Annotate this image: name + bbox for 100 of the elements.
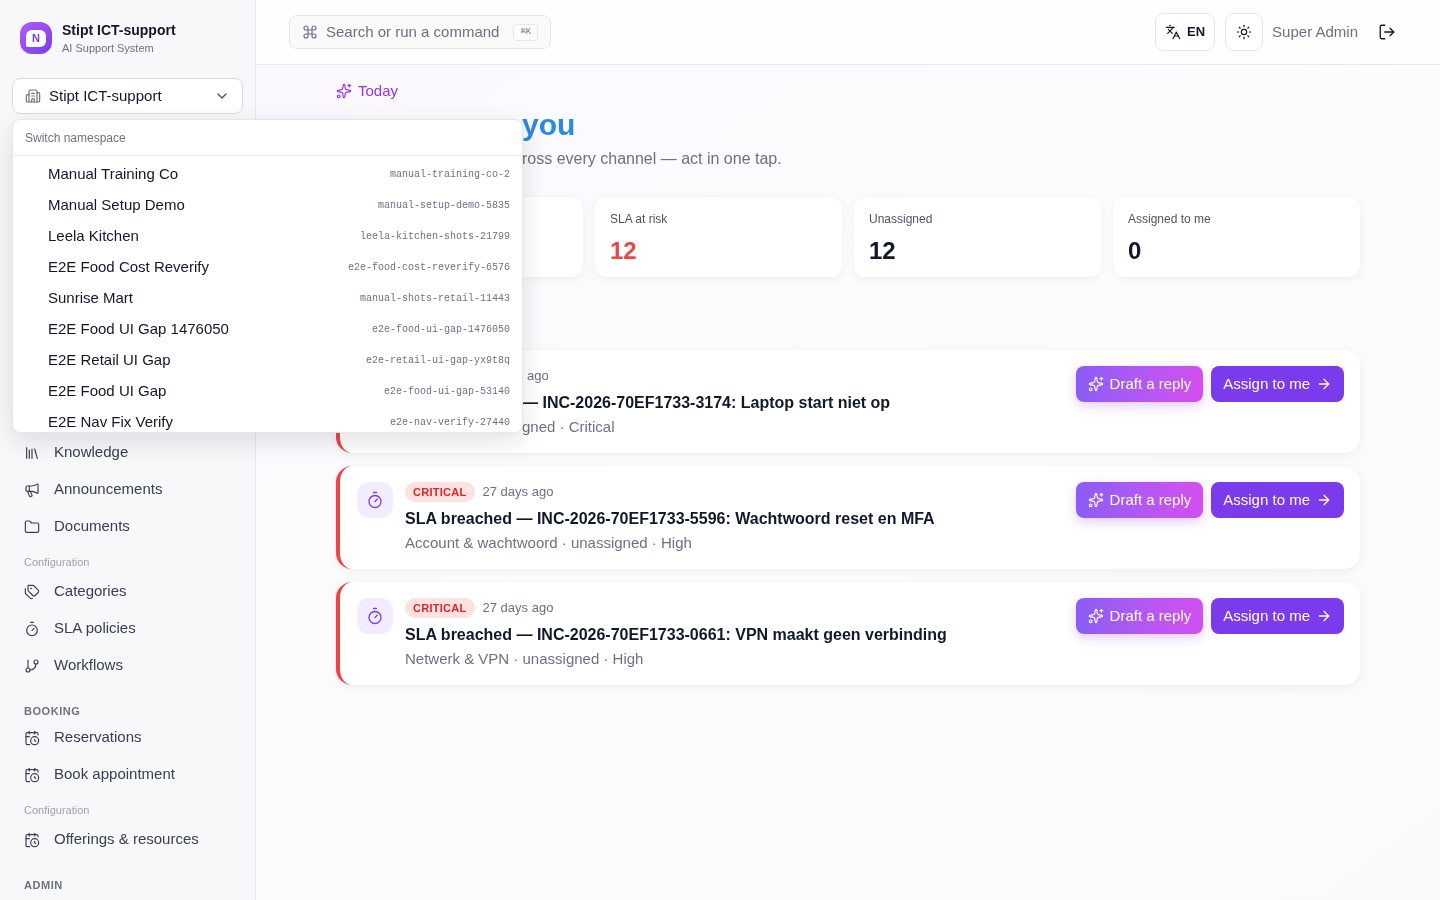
assign-button[interactable]: Assign to me (1211, 598, 1344, 634)
namespace-name: Manual Training Co (48, 164, 179, 185)
app-logo: N (20, 22, 52, 54)
sparkles-icon (1087, 608, 1104, 624)
stat-value: 12 (869, 236, 896, 266)
incident-age: 27 days ago (482, 483, 554, 502)
severity-badge: CRITICAL (405, 482, 475, 502)
search-label: Search or run a command (326, 21, 500, 42)
namespace-slug: manual-setup-demo-5835 (377, 199, 510, 213)
books-icon (24, 444, 40, 461)
user-name: Super Admin (1272, 21, 1358, 42)
nav-link[interactable]: SLA policies (12, 610, 243, 647)
stopwatch-icon (357, 598, 393, 634)
assign-button[interactable]: Assign to me (1211, 482, 1344, 518)
logout-icon (1378, 23, 1396, 41)
arrow-right-icon (1316, 376, 1332, 392)
namespace-name: E2E Retail UI Gap (48, 350, 171, 371)
nav-section-heading: ADMIN (24, 878, 64, 893)
command-key-icon (302, 24, 318, 40)
draft-reply-button[interactable]: Draft a reply (1075, 598, 1204, 634)
namespace-option[interactable]: E2E Food UI Gap e2e-food-ui-gap-53140 (13, 376, 522, 407)
severity-badge: CRITICAL (405, 598, 475, 618)
stat-value: 12 (610, 236, 637, 266)
namespace-name: E2E Nav Fix Verify (48, 412, 174, 432)
namespace-slug: e2e-nav-verify-27440 (389, 416, 510, 430)
draft-reply-button[interactable]: Draft a reply (1075, 366, 1204, 402)
calendar-clock-icon (24, 729, 40, 746)
theme-toggle[interactable] (1225, 13, 1264, 51)
nav-link[interactable]: Documents (12, 508, 243, 545)
namespace-option[interactable]: E2E Retail UI Gap e2e-retail-ui-gap-yx9t8q (13, 345, 522, 376)
namespace-slug: e2e-food-cost-reverify-6576 (347, 261, 510, 275)
namespace-option[interactable]: Leela Kitchen leela-kitchen-shots-21799 (13, 221, 522, 252)
arrow-right-icon (1316, 608, 1332, 624)
namespace-slug: manual-training-co-2 (389, 168, 510, 182)
namespace-name: Sunrise Mart (48, 288, 134, 309)
menu-header: Switch namespace (25, 129, 126, 146)
assign-button[interactable]: Assign to me (1211, 366, 1344, 402)
logout-button[interactable] (1378, 23, 1396, 41)
calendar-clock-icon (24, 766, 40, 783)
stopwatch-icon (357, 482, 393, 518)
namespace-name: E2E Food UI Gap 1476050 (48, 319, 229, 340)
arrow-right-icon (1316, 492, 1332, 508)
folder-icon (24, 518, 40, 535)
incident-meta: Account & wachtwoord · unassigned · High (405, 533, 693, 553)
language-button[interactable]: EN (1155, 13, 1216, 51)
namespace-option[interactable]: E2E Food Cost Reverify e2e-food-cost-reverify-6576 (13, 252, 522, 283)
nav-link[interactable]: Workflows (12, 647, 243, 684)
nav-link[interactable]: Offerings & resources (12, 821, 243, 858)
incident-title: SLA breached — INC-2026-70EF1733-0661: VPN maakt geen verbinding (405, 625, 948, 645)
stat-label: Assigned to me (1128, 211, 1211, 227)
megaphone-icon (24, 481, 40, 498)
incident-title: SLA breached — INC-2026-70EF1733-5596: Wachtwoord reset en MFA (405, 509, 936, 529)
calendar-clock-icon (24, 831, 40, 848)
namespace-slug: e2e-food-ui-gap-1476050 (371, 323, 510, 337)
eyebrow-label: Today (358, 80, 399, 101)
nav-link[interactable]: Reservations (12, 719, 243, 756)
incident-meta: Netwerk & VPN · unassigned · High (405, 649, 645, 669)
shortcut-key: ⌘K (513, 23, 539, 41)
namespace-name: Leela Kitchen (48, 226, 139, 247)
namespace-slug: e2e-food-ui-gap-53140 (383, 385, 510, 399)
nav-link[interactable]: Knowledge (12, 434, 243, 471)
page-subtitle: ross every channel — act in one tap. (522, 150, 782, 167)
command-search-button[interactable]: Search or run a command ⌘K (289, 15, 552, 49)
stopwatch-icon (24, 620, 40, 637)
page-heading: you (522, 108, 576, 141)
tag-icon (24, 583, 40, 600)
namespace-select[interactable]: Stipt ICT-support (12, 78, 243, 114)
namespace-slug: e2e-retail-ui-gap-yx9t8q (365, 354, 510, 368)
draft-reply-button[interactable]: Draft a reply (1075, 482, 1204, 518)
incident-age: ago (527, 367, 549, 386)
building-icon (25, 88, 41, 104)
nav-link[interactable]: Book appointment (12, 756, 243, 793)
translate-icon (1165, 24, 1182, 40)
namespace-name: E2E Food UI Gap (48, 381, 167, 402)
nav-link[interactable]: Categories (12, 573, 243, 610)
sun-icon (1236, 24, 1253, 40)
namespace-option[interactable]: Sunrise Mart manual-shots-retail-11443 (13, 283, 522, 314)
incident-meta: gned · Critical (522, 417, 616, 437)
sparkles-icon (1087, 492, 1104, 508)
namespace-option[interactable]: E2E Nav Fix Verify e2e-nav-verify-27440 (13, 407, 522, 432)
nav-group-label: Configuration (24, 555, 91, 570)
nav-link[interactable]: Announcements (12, 471, 243, 508)
stat-value: 0 (1128, 236, 1142, 266)
stat-label: Unassigned (869, 211, 933, 227)
namespace-name: E2E Food Cost Reverify (48, 257, 209, 278)
namespace-name: Manual Setup Demo (48, 195, 185, 216)
branch-icon (24, 657, 40, 674)
stat-label: SLA at risk (610, 211, 668, 227)
nav-group-label: Configuration (24, 803, 91, 818)
namespace-slug: manual-shots-retail-11443 (359, 292, 510, 306)
sparkles-icon (1087, 376, 1104, 392)
sparkles-icon (336, 83, 352, 99)
namespace-option[interactable]: Manual Setup Demo manual-setup-demo-5835 (13, 190, 522, 221)
namespace-option[interactable]: Manual Training Co manual-training-co-2 (13, 159, 522, 190)
namespace-slug: leela-kitchen-shots-21799 (359, 230, 510, 244)
incident-age: 27 days ago (482, 599, 554, 618)
app-subtitle: AI Support System (62, 41, 155, 56)
nav-section-heading: BOOKING (24, 704, 82, 719)
namespace-option[interactable]: E2E Food UI Gap 1476050 e2e-food-ui-gap-1476050 (13, 314, 522, 345)
app-title: Stipt ICT-support (62, 21, 176, 40)
